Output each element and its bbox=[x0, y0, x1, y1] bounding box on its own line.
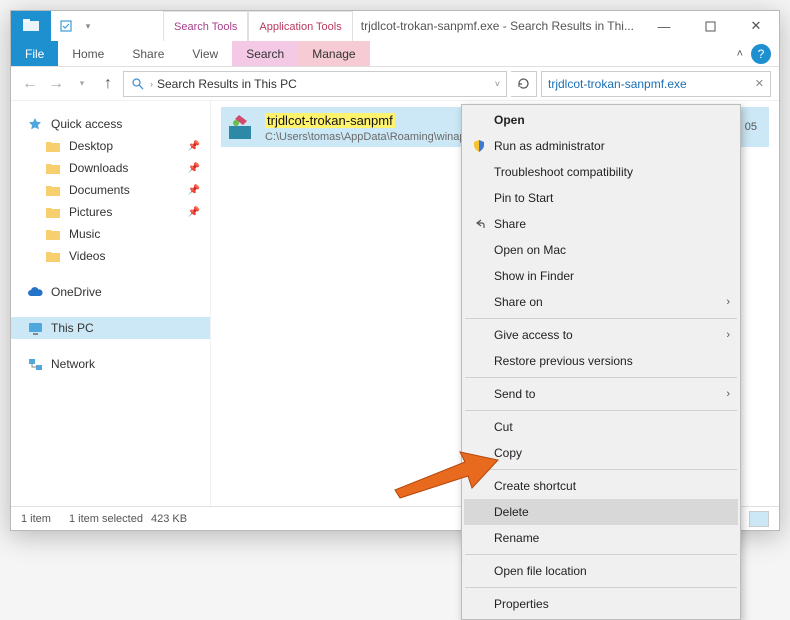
status-selected: 1 item selected bbox=[69, 513, 143, 525]
forward-button[interactable]: → bbox=[45, 73, 67, 95]
close-button[interactable]: ✕ bbox=[733, 11, 779, 41]
ctx-properties[interactable]: Properties bbox=[464, 591, 738, 617]
star-icon bbox=[27, 116, 43, 132]
clear-search-icon[interactable]: ✕ bbox=[755, 77, 764, 90]
ctx-open[interactable]: Open bbox=[464, 107, 738, 133]
ctx-send-to[interactable]: Send to› bbox=[464, 381, 738, 407]
pin-icon: 📌 bbox=[188, 141, 200, 152]
pin-icon: 📌 bbox=[188, 185, 200, 196]
ctx-troubleshoot[interactable]: Troubleshoot compatibility bbox=[464, 159, 738, 185]
sidebar-item-documents[interactable]: Documents📌 bbox=[11, 179, 210, 201]
app-icon[interactable] bbox=[11, 11, 51, 41]
folder-icon bbox=[45, 226, 61, 242]
ribbon-tabs: File Home Share View Search Manage ˄ ? bbox=[11, 41, 779, 67]
address-bar: ← → ▾ ↑ › Search Results in This PC ˅ tr… bbox=[11, 67, 779, 101]
ctx-share-on[interactable]: Share on› bbox=[464, 289, 738, 315]
share-icon bbox=[470, 215, 488, 233]
sidebar-this-pc[interactable]: This PC bbox=[11, 317, 210, 339]
ctx-pin-start[interactable]: Pin to Start bbox=[464, 185, 738, 211]
folder-icon bbox=[45, 248, 61, 264]
breadcrumb-text: Search Results in This PC bbox=[157, 77, 297, 91]
callout-arrow-icon bbox=[390, 450, 500, 505]
file-tab[interactable]: File bbox=[11, 41, 58, 66]
chevron-right-icon: › bbox=[726, 329, 730, 341]
ctx-copy[interactable]: Copy bbox=[464, 440, 738, 466]
search-input[interactable]: trjdlcot-trokan-sanpmf.exe ✕ bbox=[541, 71, 771, 97]
ctx-open-mac[interactable]: Open on Mac bbox=[464, 237, 738, 263]
folder-icon bbox=[45, 160, 61, 176]
cloud-icon bbox=[27, 284, 43, 300]
status-size: 423 KB bbox=[151, 513, 187, 525]
pin-icon: 📌 bbox=[188, 207, 200, 218]
ctx-delete[interactable]: Delete bbox=[464, 499, 738, 525]
manage-tab[interactable]: Manage bbox=[298, 41, 369, 66]
ctx-rename[interactable]: Rename bbox=[464, 525, 738, 551]
search-input-value: trjdlcot-trokan-sanpmf.exe bbox=[548, 77, 687, 91]
sidebar-item-music[interactable]: Music bbox=[11, 223, 210, 245]
chevron-right-icon: › bbox=[726, 388, 730, 400]
titlebar: ▾ Search Tools Application Tools trjdlco… bbox=[11, 11, 779, 41]
maximize-button[interactable] bbox=[687, 11, 733, 41]
view-large-icons-button[interactable] bbox=[749, 511, 769, 527]
ribbon-collapse-icon[interactable]: ˄ bbox=[729, 41, 751, 66]
context-menu: Open Run as administrator Troubleshoot c… bbox=[461, 104, 741, 620]
folder-icon bbox=[45, 138, 61, 154]
result-filename: trjdlcot-trokan-sanpmf bbox=[265, 113, 395, 128]
back-button[interactable]: ← bbox=[19, 73, 41, 95]
sidebar-onedrive[interactable]: OneDrive bbox=[11, 281, 210, 303]
sidebar-item-desktop[interactable]: Desktop📌 bbox=[11, 135, 210, 157]
minimize-button[interactable]: — bbox=[641, 11, 687, 41]
app-tools-tab-header: Application Tools bbox=[248, 11, 352, 41]
sidebar-item-videos[interactable]: Videos bbox=[11, 245, 210, 267]
ctx-open-location[interactable]: Open file location bbox=[464, 558, 738, 584]
up-button[interactable]: ↑ bbox=[97, 73, 119, 95]
navigation-pane: Quick access Desktop📌 Downloads📌 Documen… bbox=[11, 101, 211, 506]
sidebar-network[interactable]: Network bbox=[11, 353, 210, 375]
folder-icon bbox=[45, 182, 61, 198]
share-tab[interactable]: Share bbox=[118, 41, 178, 66]
status-item-count: 1 item bbox=[21, 513, 51, 525]
ctx-run-admin[interactable]: Run as administrator bbox=[464, 133, 738, 159]
properties-icon[interactable] bbox=[59, 19, 73, 33]
refresh-button[interactable] bbox=[511, 71, 537, 97]
pc-icon bbox=[27, 320, 43, 336]
result-path: C:\Users\tomas\AppData\Roaming\winapp bbox=[265, 131, 472, 143]
ctx-create-shortcut[interactable]: Create shortcut bbox=[464, 473, 738, 499]
exe-icon bbox=[227, 113, 255, 141]
home-tab[interactable]: Home bbox=[58, 41, 118, 66]
help-button[interactable]: ? bbox=[751, 44, 771, 64]
folder-icon bbox=[45, 204, 61, 220]
search-tab[interactable]: Search bbox=[232, 41, 298, 66]
ctx-cut[interactable]: Cut bbox=[464, 414, 738, 440]
chevron-right-icon: › bbox=[726, 296, 730, 308]
view-tab[interactable]: View bbox=[178, 41, 232, 66]
shield-icon bbox=[470, 137, 488, 155]
sidebar-item-downloads[interactable]: Downloads📌 bbox=[11, 157, 210, 179]
qat-chevron-icon[interactable]: ▾ bbox=[81, 19, 95, 33]
quick-access-toolbar: ▾ bbox=[51, 11, 103, 41]
result-size-fragment: 05 bbox=[745, 121, 763, 133]
ctx-share[interactable]: Share bbox=[464, 211, 738, 237]
breadcrumb[interactable]: › Search Results in This PC ˅ bbox=[123, 71, 507, 97]
sidebar-quick-access[interactable]: Quick access bbox=[11, 113, 210, 135]
search-location-icon bbox=[130, 76, 146, 92]
network-icon bbox=[27, 356, 43, 372]
recent-locations-button[interactable]: ▾ bbox=[71, 73, 93, 95]
search-tools-tab-header: Search Tools bbox=[163, 11, 248, 41]
ctx-give-access[interactable]: Give access to› bbox=[464, 322, 738, 348]
pin-icon: 📌 bbox=[188, 163, 200, 174]
window-title: trjdlcot-trokan-sanpmf.exe - Search Resu… bbox=[353, 11, 641, 41]
contextual-tabs: Search Tools Application Tools bbox=[163, 11, 353, 41]
ctx-show-finder[interactable]: Show in Finder bbox=[464, 263, 738, 289]
sidebar-item-pictures[interactable]: Pictures📌 bbox=[11, 201, 210, 223]
ctx-restore[interactable]: Restore previous versions bbox=[464, 348, 738, 374]
